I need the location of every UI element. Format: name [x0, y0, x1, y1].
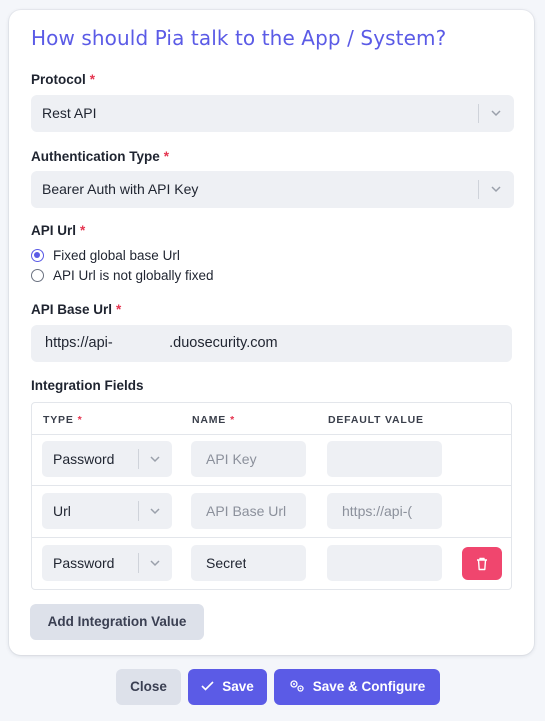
check-icon [201, 681, 214, 692]
protocol-value: Rest API [42, 105, 97, 121]
protocol-select[interactable]: Rest API [31, 95, 514, 132]
save-label: Save [222, 679, 254, 694]
chevron-down-icon [491, 110, 501, 117]
chevron-down-icon [150, 456, 160, 463]
table-divider [32, 485, 511, 486]
row-2-type-select[interactable]: Url [42, 493, 172, 529]
row-3-default-value-input[interactable] [327, 545, 442, 581]
auth-type-label: Authentication Type * [31, 149, 170, 164]
select-divider [138, 553, 139, 573]
radio-button-selected[interactable] [31, 249, 44, 262]
save-configure-button[interactable]: Save & Configure [274, 669, 440, 705]
required-marker: * [116, 302, 122, 317]
api-url-label: API Url * [31, 223, 86, 238]
save-button[interactable]: Save [188, 669, 267, 705]
select-divider [478, 180, 479, 199]
chevron-down-icon [150, 560, 160, 567]
chevron-down-icon [150, 508, 160, 515]
radio-label: Fixed global base Url [53, 248, 180, 263]
required-marker: * [80, 223, 86, 238]
api-base-url-label: API Base Url * [31, 302, 122, 317]
close-button[interactable]: Close [116, 669, 181, 705]
type-value: Url [53, 503, 71, 519]
table-divider [32, 434, 511, 435]
settings-icon [290, 680, 304, 693]
radio-button[interactable] [31, 269, 44, 282]
row-1-default-value-input[interactable] [327, 441, 442, 477]
row-3-type-select[interactable]: Password [42, 545, 172, 581]
type-value: Password [53, 555, 115, 571]
type-value: Password [53, 451, 115, 467]
integration-fields-label: Integration Fields [31, 378, 144, 393]
chevron-down-icon [491, 186, 501, 193]
save-configure-label: Save & Configure [312, 679, 426, 694]
column-header-default-value: DEFAULT VALUE [328, 414, 424, 426]
row-3-name-input[interactable]: Secret [191, 545, 306, 581]
form-title: How should Pia talk to the App / System? [31, 26, 447, 50]
required-marker: * [89, 72, 96, 87]
name-placeholder: API Key [206, 451, 257, 467]
row-1-name-input[interactable]: API Key [191, 441, 306, 477]
name-value: Secret [206, 555, 247, 571]
radio-not-globally-fixed[interactable]: API Url is not globally fixed [31, 268, 214, 283]
required-marker: * [163, 149, 170, 164]
row-2-default-value-input[interactable]: https://api-( [327, 493, 442, 529]
integration-fields-table: TYPE * NAME * DEFAULT VALUE Password API K… [31, 402, 512, 590]
protocol-label: Protocol * [31, 72, 96, 87]
api-base-url-input[interactable]: https://api- .duosecurity.com [31, 325, 512, 362]
default-value: https://api-( [342, 503, 413, 519]
integration-form-card: How should Pia talk to the App / System?… [9, 10, 534, 655]
required-marker: * [77, 414, 83, 426]
auth-type-select[interactable]: Bearer Auth with API Key [31, 171, 514, 208]
table-divider [32, 537, 511, 538]
row-1-type-select[interactable]: Password [42, 441, 172, 477]
column-header-type: TYPE * [43, 414, 83, 426]
name-placeholder: API Base Url [206, 503, 287, 519]
select-divider [138, 449, 139, 469]
radio-fixed-global-url[interactable]: Fixed global base Url [31, 248, 180, 263]
trash-icon [477, 557, 487, 571]
required-marker: * [230, 414, 236, 426]
add-integration-value-button[interactable]: Add Integration Value [30, 604, 204, 640]
radio-label: API Url is not globally fixed [53, 268, 214, 283]
row-2-name-input[interactable]: API Base Url [191, 493, 306, 529]
select-divider [138, 501, 139, 521]
auth-type-value: Bearer Auth with API Key [42, 181, 199, 197]
column-header-name: NAME * [192, 414, 236, 426]
delete-row-button[interactable] [462, 547, 502, 580]
select-divider [478, 104, 479, 123]
